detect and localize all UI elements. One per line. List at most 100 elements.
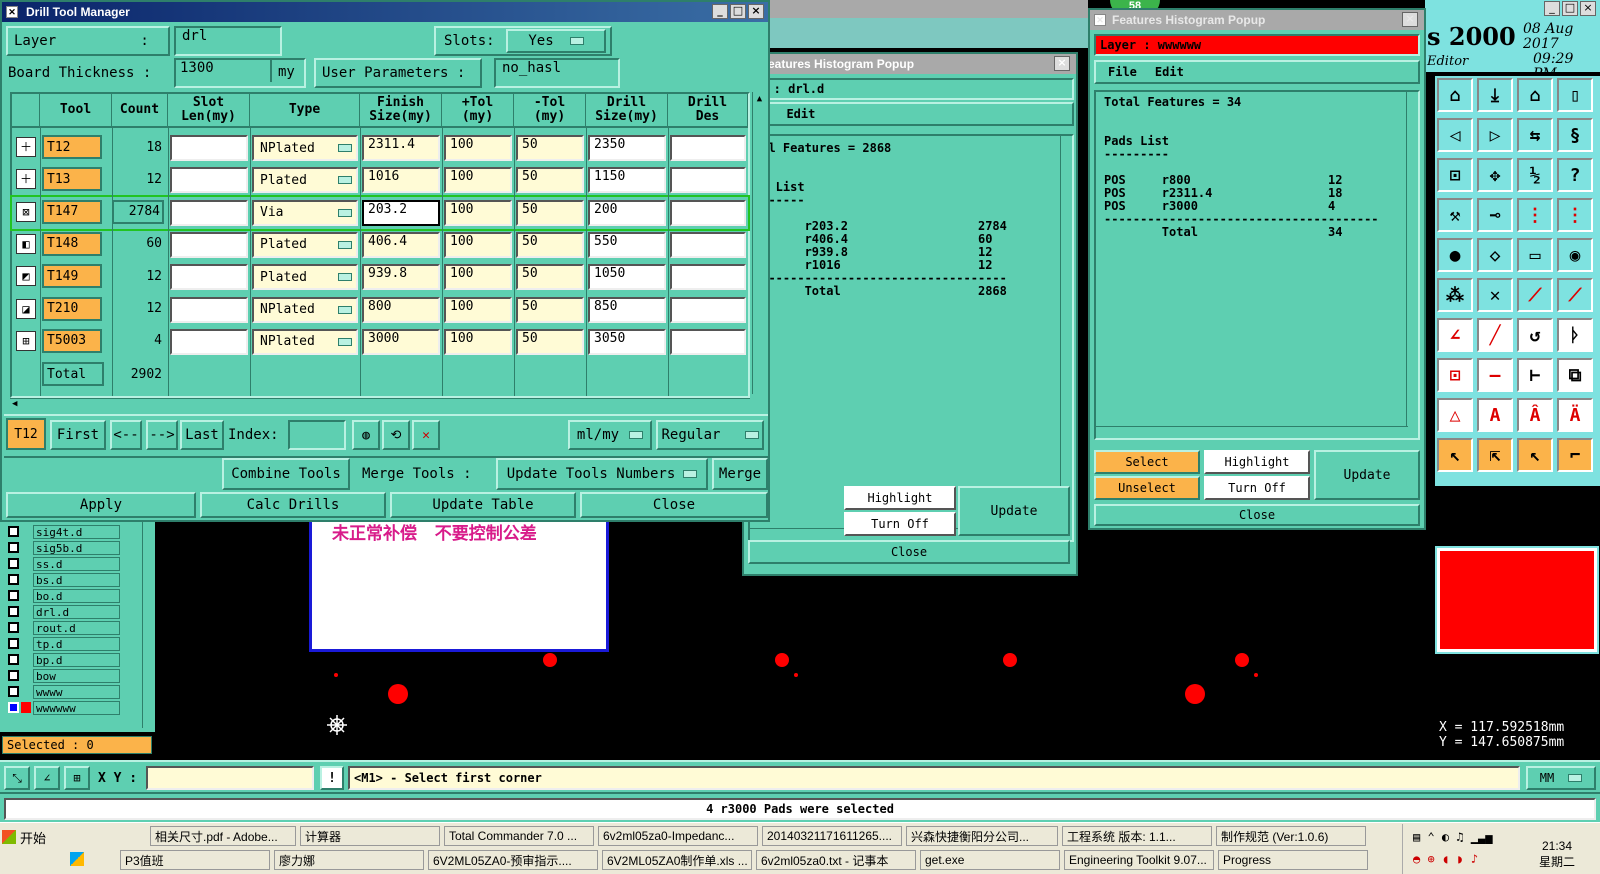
drill-des-input[interactable] (670, 199, 746, 226)
step-left-icon[interactable]: ◁ (1437, 118, 1473, 152)
snap-icon[interactable]: ● (1437, 238, 1473, 272)
type-option-menu[interactable]: Plated (252, 264, 358, 291)
slot-length-input[interactable] (170, 199, 248, 226)
taskbar-button[interactable]: 工程系统 版本: 1.1... (1062, 826, 1212, 846)
finish-size-input[interactable]: 939.8 (362, 264, 440, 291)
close-icon[interactable]: × (1402, 12, 1418, 27)
grid-icon[interactable]: ⊞ (64, 766, 90, 790)
taskbar-button[interactable]: 相关尺寸.pdf - Adobe... (150, 826, 296, 846)
plus-tol-input[interactable]: 100 (444, 328, 512, 355)
finish-size-input[interactable]: 3000 (362, 328, 440, 355)
layer-row[interactable]: sig5b.d (8, 540, 120, 555)
calc-drills-button[interactable]: Calc Drills (200, 492, 386, 518)
fit-icon[interactable]: ⊡ (1437, 158, 1473, 192)
help-icon[interactable]: ? (1557, 158, 1593, 192)
close-icon[interactable]: × (1054, 56, 1070, 71)
tool-name[interactable]: T149 (42, 264, 102, 289)
layer-checkbox[interactable] (8, 670, 19, 681)
measure-icon[interactable]: ∠ (34, 766, 60, 790)
net-icon[interactable]: ⋮ (1517, 198, 1553, 232)
slot-length-input[interactable] (170, 135, 248, 161)
layer-row[interactable]: bp.d (8, 652, 120, 667)
slot-length-input[interactable] (170, 328, 248, 355)
home-icon[interactable]: ⌂ (1437, 78, 1473, 112)
first-button[interactable]: First (50, 420, 106, 450)
step-right-icon[interactable]: ▷ (1477, 118, 1513, 152)
scale-icon[interactable]: ½ (1517, 158, 1553, 192)
info-icon[interactable]: ! (320, 766, 344, 790)
minus-tol-input[interactable]: 50 (516, 167, 584, 194)
hist2-select-button[interactable]: Select (1094, 450, 1200, 474)
tool-name[interactable]: T147 (42, 199, 102, 224)
a-icon[interactable]: A (1477, 398, 1513, 432)
plus-tol-input[interactable]: 100 (444, 167, 512, 194)
type-option-menu[interactable]: Via (252, 199, 358, 226)
corner-icon[interactable]: ⌐ (1557, 438, 1593, 472)
taskbar-button[interactable]: Engineering Toolkit 9.07... (1064, 850, 1214, 870)
layer-row[interactable]: bs.d (8, 572, 120, 587)
minus-tol-input[interactable]: 50 (516, 231, 584, 258)
tool-shape-icon[interactable]: ◧ (16, 233, 36, 254)
finish-size-input[interactable]: 406.4 (362, 231, 440, 258)
tray-clock[interactable]: 21:34 星期二 (1539, 838, 1575, 870)
layer-checkbox[interactable] (8, 590, 19, 601)
box-icon[interactable]: ⊡ (1437, 358, 1473, 392)
layer-row[interactable]: bow (8, 668, 120, 683)
type-option-menu[interactable]: NPlated (252, 135, 358, 161)
units-menu[interactable]: MM (1526, 766, 1596, 790)
triangle-icon[interactable]: △ (1437, 398, 1473, 432)
tool-name[interactable]: T12 (42, 135, 102, 159)
hist1-vscroll[interactable] (1060, 136, 1072, 528)
slot-length-input[interactable] (170, 296, 248, 323)
slot-length-input[interactable] (170, 167, 248, 194)
drill-size-input[interactable]: 200 (588, 199, 666, 226)
taskbar-button[interactable]: get.exe (920, 850, 1060, 870)
measure-icon[interactable]: ⊢ (1517, 358, 1553, 392)
table-vscroll[interactable]: ▲ (752, 92, 766, 394)
taskbar-button[interactable]: 兴森快捷衡阳分公司... (906, 826, 1058, 846)
pad-icon[interactable]: ◉ (1557, 238, 1593, 272)
cursor-icon[interactable]: ↖ (1437, 438, 1473, 472)
update-tools-numbers-menu[interactable]: Update Tools Numbers (496, 458, 708, 490)
layer-scrollbar[interactable] (142, 518, 153, 728)
user-parameters-button[interactable]: User Parameters : (314, 58, 482, 88)
find-icon[interactable]: ◍ (352, 420, 380, 450)
layer-checkbox[interactable] (8, 542, 19, 553)
taskbar-button[interactable]: 20140321171611265.... (762, 826, 902, 846)
slots-option-menu[interactable]: Yes (506, 29, 606, 53)
drill-des-input[interactable] (670, 231, 746, 258)
delete-icon[interactable]: ✕ (412, 420, 440, 450)
plus-tol-input[interactable]: 100 (444, 199, 512, 226)
drill-des-input[interactable] (670, 167, 746, 194)
hist1-update-button[interactable]: Update (958, 486, 1070, 536)
center-icon[interactable]: ✥ (1477, 158, 1513, 192)
drill-des-input[interactable] (670, 264, 746, 291)
index-input[interactable] (288, 420, 346, 450)
minus-tol-input[interactable]: 50 (516, 264, 584, 291)
probe-icon[interactable]: ⊸ (1477, 198, 1513, 232)
merge-button[interactable]: Merge (712, 458, 768, 490)
taskbar-button[interactable]: 6V2ML05ZA0制作单.xls ... (602, 850, 752, 870)
rotate-icon[interactable]: ↺ (1517, 318, 1553, 352)
layer-checkbox[interactable] (8, 526, 19, 537)
tool-name[interactable]: T5003 (42, 328, 102, 353)
a3-icon[interactable]: Ä (1557, 398, 1593, 432)
maximize-icon[interactable]: □ (730, 4, 746, 19)
wrench-icon[interactable]: ⚒ (1437, 198, 1473, 232)
taskbar-button[interactable]: 计算器 (300, 826, 440, 846)
mode-option-menu[interactable]: Regular (656, 420, 764, 450)
drill-size-input[interactable]: 850 (588, 296, 666, 323)
refresh-icon[interactable]: ⟲ (382, 420, 410, 450)
quicklaunch-icon[interactable] (70, 852, 84, 866)
layer-checkbox[interactable] (8, 686, 19, 697)
drill-des-input[interactable] (670, 328, 746, 355)
cross-icon[interactable]: ✕ (1477, 278, 1513, 312)
menu-file[interactable]: File (1108, 65, 1137, 79)
tool-shape-icon[interactable]: ⊠ (16, 201, 36, 222)
s-curve-icon[interactable]: § (1557, 118, 1593, 152)
hist2-highlight-button[interactable]: Highlight (1204, 450, 1310, 474)
taskbar-button[interactable]: 6V2ML05ZA0-预审指示.... (428, 850, 598, 870)
user-parameters-input[interactable]: no_hasl (494, 58, 620, 88)
taskbar-button[interactable]: 6v2ml05za0.txt - 记事本 (756, 850, 916, 870)
hist2-unselect-button[interactable]: Unselect (1094, 476, 1200, 500)
